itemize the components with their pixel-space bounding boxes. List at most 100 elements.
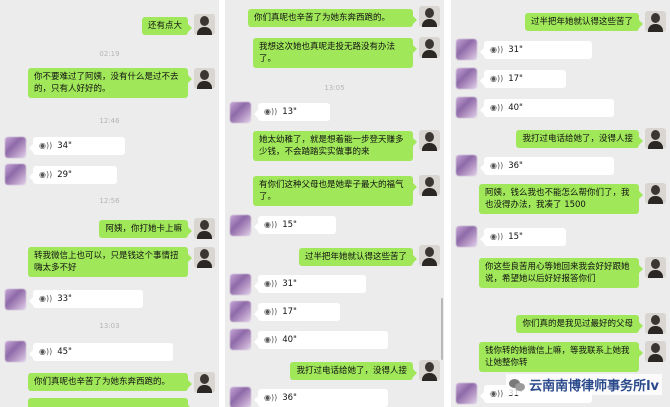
timestamp: 13:05 — [324, 84, 345, 92]
my-avatar[interactable] — [419, 175, 440, 196]
my-avatar[interactable] — [419, 37, 440, 58]
contact-avatar[interactable] — [230, 274, 251, 295]
my-avatar[interactable] — [419, 130, 440, 151]
outgoing-message[interactable]: 你们真呢也辛苦了为她东奔西跑的。 — [28, 373, 192, 391]
message-text: 我想这次她也真呢走投无路没有办法了。 — [259, 42, 396, 64]
voice-message[interactable]: ◉)) 34" — [29, 137, 125, 155]
voice-wave-icon: ◉)) — [490, 232, 504, 241]
outgoing-message[interactable]: 转我微信上也可以，只是钱这个事情扭嗨太多不好 — [28, 247, 192, 277]
voice-message[interactable]: ◉)) 36" — [254, 389, 388, 407]
voice-wave-icon: ◉)) — [264, 335, 278, 344]
voice-message[interactable]: ◉)) 40" — [254, 331, 388, 349]
outgoing-message[interactable]: 你们真的是我见过最好的父母 — [516, 315, 643, 333]
voice-duration: 15" — [282, 220, 297, 230]
outgoing-message-partial[interactable] — [28, 398, 192, 407]
voice-wave-icon: ◉)) — [39, 347, 53, 356]
contact-avatar[interactable] — [456, 155, 477, 176]
timestamp: 02:19 — [99, 50, 120, 58]
voice-message[interactable]: ◉)) 40" — [480, 99, 614, 117]
voice-message[interactable]: ◉)) 45" — [29, 343, 173, 361]
message-text: 她太幼稚了，就是想着能一步登天赚多少钱，不会踏踏实实做事的来 — [259, 135, 404, 157]
outgoing-message[interactable]: 过半把年她就认得这些苦了 — [298, 248, 418, 266]
voice-message[interactable]: ◉)) 15" — [480, 228, 566, 246]
timestamp: 12:46 — [99, 117, 120, 125]
my-avatar[interactable] — [645, 257, 666, 278]
my-avatar[interactable] — [194, 372, 215, 393]
outgoing-message[interactable]: 阿姨，钱么我也不能怎么帮你们了，我也没得办法，我凑了 1500 — [479, 184, 643, 214]
message-text: 你这些良苦用心等她回来我会好好跟她说，希望她以后好好报答你们 — [485, 262, 630, 284]
voice-wave-icon: ◉)) — [490, 103, 504, 112]
message-text: 转我微信上也可以，只是钱这个事情扭嗨太多不好 — [34, 251, 179, 273]
voice-wave-icon: ◉)) — [264, 107, 278, 116]
my-avatar[interactable] — [194, 247, 215, 268]
voice-duration: 13" — [282, 107, 297, 117]
voice-message[interactable]: ◉)) 15" — [254, 216, 336, 234]
my-avatar[interactable] — [419, 360, 440, 381]
my-avatar[interactable] — [194, 218, 215, 239]
my-avatar[interactable] — [419, 6, 440, 27]
voice-message[interactable]: ◉)) 36" — [480, 157, 614, 175]
scrollbar[interactable] — [441, 298, 443, 360]
my-avatar[interactable] — [645, 183, 666, 204]
voice-message[interactable]: ◉)) 31" — [480, 41, 592, 59]
outgoing-message[interactable]: 她太幼稚了，就是想着能一步登天赚多少钱，不会踏踏实实做事的来 — [253, 131, 417, 161]
voice-duration: 31" — [508, 45, 523, 55]
voice-wave-icon: ◉)) — [39, 141, 53, 150]
voice-message[interactable]: ◉)) 29" — [29, 166, 117, 184]
voice-wave-icon: ◉)) — [264, 393, 278, 402]
outgoing-message[interactable]: 过半把年她就认得这些苦了 — [524, 13, 644, 31]
outgoing-message[interactable]: 我打过电话给她了，没得人接 — [290, 362, 417, 380]
voice-duration: 40" — [282, 335, 297, 345]
message-text: 你不要难过了阿姨，没有什么是过不去的，只有人好好的。 — [34, 72, 179, 94]
my-avatar[interactable] — [645, 11, 666, 32]
contact-avatar[interactable] — [230, 329, 251, 350]
message-text: 钱你转的她微信上嘛，等我联系上她我让她整你转 — [485, 346, 630, 368]
contact-avatar[interactable] — [5, 341, 26, 362]
my-avatar[interactable] — [419, 245, 440, 266]
my-avatar[interactable] — [645, 128, 666, 149]
voice-duration: 17" — [508, 74, 523, 84]
message-text: 你们真的是我见过最好的父母 — [522, 319, 633, 329]
outgoing-message[interactable]: 你这些良苦用心等她回来我会好好跟她说，希望她以后好好报答你们 — [479, 258, 643, 288]
contact-avatar[interactable] — [456, 383, 477, 404]
outgoing-message[interactable]: 有你们这种父母也是她辈子最大的福气了。 — [253, 176, 417, 206]
my-avatar[interactable] — [645, 341, 666, 362]
contact-avatar[interactable] — [456, 68, 477, 89]
voice-message[interactable]: ◉)) 33" — [29, 290, 143, 308]
contact-avatar[interactable] — [456, 97, 477, 118]
my-avatar[interactable] — [194, 14, 215, 35]
outgoing-message[interactable]: 你不要难过了阿姨，没有什么是过不去的，只有人好好的。 — [28, 68, 192, 98]
voice-duration: 33" — [57, 294, 72, 304]
contact-avatar[interactable] — [230, 387, 251, 407]
outgoing-message[interactable]: 阿姨，你打她卡上嘛 — [99, 220, 192, 238]
outgoing-message[interactable]: 我打过电话给她了，没得人接 — [516, 130, 643, 148]
my-avatar[interactable] — [194, 68, 215, 89]
contact-avatar[interactable] — [456, 226, 477, 247]
chat-screenshot-1: 还有点大 02:19 你不要难过了阿姨，没有什么是过不去的，只有人好好的。 12… — [0, 0, 219, 407]
contact-avatar[interactable] — [230, 301, 251, 322]
message-text: 过半把年她就认得这些苦了 — [304, 252, 407, 262]
message-text: 阿姨，你打她卡上嘛 — [105, 224, 182, 234]
outgoing-message[interactable]: 我想这次她也真呢走投无路没有办法了。 — [253, 38, 417, 68]
contact-avatar[interactable] — [230, 215, 251, 236]
outgoing-message[interactable]: 还有点大 — [141, 17, 193, 35]
voice-message[interactable]: ◉)) 17" — [254, 303, 340, 321]
contact-avatar[interactable] — [5, 164, 26, 185]
my-avatar[interactable] — [645, 313, 666, 334]
voice-message[interactable]: ◉)) 17" — [480, 70, 566, 88]
timestamp: 13:03 — [99, 322, 120, 330]
message-text: 阿姨，钱么我也不能怎么帮你们了，我也没得办法，我凑了 1500 — [485, 188, 630, 210]
chat-screenshot-3: 过半把年她就认得这些苦了 ◉)) 31" ◉)) 17" ◉)) 40" 我打过电话给… — [451, 0, 670, 407]
outgoing-message[interactable]: 你们真呢也辛苦了为她东奔西跑的。 — [248, 9, 417, 27]
contact-avatar[interactable] — [5, 137, 26, 158]
chat-screenshot-2: 你们真呢也辛苦了为她东奔西跑的。 我想这次她也真呢走投无路没有办法了。 13:0… — [225, 0, 444, 407]
outgoing-message[interactable]: 钱你转的她微信上嘛，等我联系上她我让她整你转 — [479, 342, 643, 372]
voice-message[interactable]: ◉)) 13" — [254, 103, 330, 121]
voice-duration: 29" — [57, 170, 72, 180]
voice-message[interactable]: ◉)) 31" — [254, 275, 366, 293]
voice-duration: 34" — [57, 141, 72, 151]
contact-avatar[interactable] — [456, 39, 477, 60]
contact-avatar[interactable] — [230, 102, 251, 123]
voice-duration: 40" — [508, 103, 523, 113]
contact-avatar[interactable] — [5, 289, 26, 310]
